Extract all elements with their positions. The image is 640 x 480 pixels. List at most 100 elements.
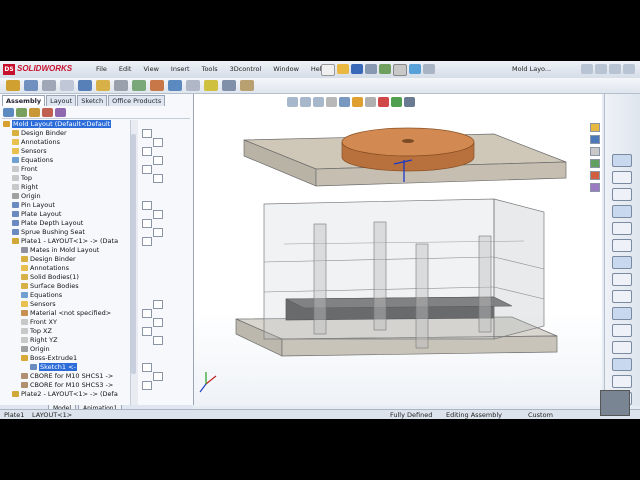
hide-show-items-icon[interactable] <box>365 97 376 107</box>
open-icon[interactable] <box>337 64 349 74</box>
rebuild-icon[interactable] <box>409 64 421 74</box>
reference-geometry-icon[interactable] <box>150 80 164 91</box>
options-icon[interactable] <box>423 64 435 74</box>
tab-office-products[interactable]: Office Products <box>108 95 166 106</box>
tree-item[interactable]: Plate1 - LAYOUT<1> -> (Data <box>12 237 118 246</box>
tab-assembly[interactable]: Assembly <box>2 95 46 106</box>
select-icon[interactable] <box>393 64 407 76</box>
file-explorer-icon[interactable] <box>590 147 600 156</box>
resources-icon[interactable] <box>590 123 600 132</box>
exploded-view-icon[interactable] <box>204 80 218 91</box>
spline-icon[interactable] <box>612 256 632 269</box>
edit-appearance-icon[interactable] <box>378 97 389 107</box>
tree-item[interactable]: Origin <box>12 192 41 201</box>
tree-item[interactable]: Origin <box>21 345 50 354</box>
search-icon[interactable] <box>581 64 593 74</box>
tree-item[interactable]: Sensors <box>12 147 47 156</box>
linear-pattern-icon[interactable] <box>60 80 74 91</box>
assembly-features-icon[interactable] <box>132 80 146 91</box>
hide-show-icon[interactable] <box>114 80 128 91</box>
tree-item[interactable]: CBORE for M10 SHCS3 -> <box>21 381 113 390</box>
tree-item[interactable]: Right YZ <box>21 336 58 345</box>
propertymanager-icon[interactable] <box>16 107 27 117</box>
menu-3dcontrol[interactable]: 3Dcontrol <box>224 65 268 73</box>
tree-item[interactable]: Boss-Extrude1 <box>21 354 77 363</box>
section-view-icon[interactable] <box>326 97 337 107</box>
menu-insert[interactable]: Insert <box>165 65 196 73</box>
point-icon[interactable] <box>612 307 632 320</box>
tree-item[interactable]: Front XY <box>21 318 57 327</box>
tree-item[interactable]: Right <box>12 183 38 192</box>
instant3d-icon[interactable] <box>240 80 254 91</box>
apply-scene-icon[interactable] <box>391 97 402 107</box>
fillet-icon[interactable] <box>612 290 632 303</box>
view-orientation-icon[interactable] <box>339 97 350 107</box>
tree-scrollbar-thumb[interactable] <box>131 134 136 374</box>
save-icon[interactable] <box>351 64 363 74</box>
smart-dimension-icon[interactable] <box>612 154 632 167</box>
new-document-icon[interactable] <box>321 64 335 76</box>
configurationmanager-icon[interactable] <box>29 107 40 117</box>
tree-item[interactable]: Plate Layout <box>12 210 61 219</box>
display-style-icon[interactable] <box>352 97 363 107</box>
menu-tools[interactable]: Tools <box>196 65 224 73</box>
design-library-icon[interactable] <box>590 135 600 144</box>
tree-item[interactable]: Solid Bodies(1) <box>21 273 79 282</box>
menu-file[interactable]: File <box>90 65 113 73</box>
circle-icon[interactable] <box>612 205 632 218</box>
minimize-icon[interactable] <box>609 64 621 74</box>
new-motion-study-icon[interactable] <box>168 80 182 91</box>
custom-properties-icon[interactable] <box>590 183 600 192</box>
zoom-to-fit-icon[interactable] <box>287 97 298 107</box>
text-icon[interactable] <box>612 341 632 354</box>
tab-layout[interactable]: Layout <box>46 95 77 106</box>
tree-item[interactable]: Sketch1 <- <box>30 363 77 372</box>
tree-item[interactable]: CBORE for M10 SHCS1 -> <box>21 372 113 381</box>
tree-item[interactable]: Pin Layout <box>12 201 55 210</box>
tree-item[interactable]: Front <box>12 165 37 174</box>
tree-item[interactable]: Sprue Bushing Seat <box>12 228 85 237</box>
undo-icon[interactable] <box>379 64 391 74</box>
tree-item[interactable]: Top XZ <box>21 327 52 336</box>
tree-item[interactable]: Top <box>12 174 32 183</box>
tree-item[interactable]: Mold Layout (Default<Default <box>3 120 112 129</box>
ellipse-icon[interactable] <box>612 273 632 286</box>
display-manager-icon[interactable] <box>55 107 66 117</box>
arc-icon[interactable] <box>612 222 632 235</box>
dimxpert-icon[interactable] <box>42 107 53 117</box>
view-palette-icon[interactable] <box>590 159 600 168</box>
resize-grip[interactable] <box>600 390 630 416</box>
new-part-icon[interactable] <box>6 80 20 91</box>
tree-item[interactable]: Equations <box>21 291 62 300</box>
view-settings-icon[interactable] <box>404 97 415 107</box>
trim-icon[interactable] <box>612 358 632 371</box>
rectangle-icon[interactable] <box>612 188 632 201</box>
move-component-icon[interactable] <box>96 80 110 91</box>
tree-item[interactable]: Plate2 - LAYOUT<1> -> (Defa <box>12 390 118 399</box>
mold-assembly-model[interactable] <box>194 94 602 406</box>
featuremanager-icon[interactable] <box>3 107 14 117</box>
tree-item[interactable]: Annotations <box>12 138 60 147</box>
zoom-to-area-icon[interactable] <box>300 97 311 107</box>
polygon-icon[interactable] <box>612 239 632 252</box>
centerline-icon[interactable] <box>612 324 632 337</box>
tree-item[interactable]: Sensors <box>21 300 56 309</box>
tree-item[interactable]: Annotations <box>21 264 69 273</box>
close-icon[interactable] <box>623 64 635 74</box>
print-icon[interactable] <box>365 64 377 74</box>
menu-view[interactable]: View <box>137 65 164 73</box>
help-icon[interactable] <box>595 64 607 74</box>
menu-edit[interactable]: Edit <box>113 65 138 73</box>
tree-item[interactable]: Plate Depth Layout <box>12 219 83 228</box>
graphics-area[interactable] <box>194 94 602 406</box>
smart-fasteners-icon[interactable] <box>78 80 92 91</box>
tree-item[interactable]: Design Binder <box>21 255 76 264</box>
interference-detection-icon[interactable] <box>222 80 236 91</box>
insert-component-icon[interactable] <box>24 80 38 91</box>
offset-icon[interactable] <box>612 375 632 388</box>
menu-window[interactable]: Window <box>267 65 305 73</box>
mate-icon[interactable] <box>42 80 56 91</box>
status-units[interactable]: Custom <box>528 411 553 419</box>
bill-of-materials-icon[interactable] <box>186 80 200 91</box>
previous-view-icon[interactable] <box>313 97 324 107</box>
